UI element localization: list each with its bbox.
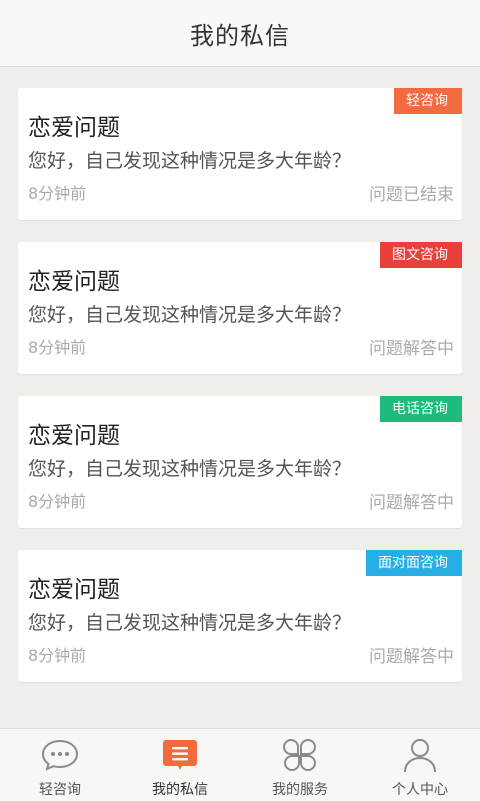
tab-personal-center[interactable]: 个人中心 (360, 729, 480, 801)
message-title: 恋爱问题 (28, 423, 120, 449)
message-time: 8分钟前 (28, 646, 87, 665)
message-card[interactable]: 图文咨询 恋爱问题 您好，自己发现这种情况是多大年龄？ 8分钟前 问题解答中 (18, 242, 462, 374)
tab-label: 轻咨询 (39, 782, 81, 798)
tab-label: 我的私信 (152, 782, 208, 798)
message-time: 8分钟前 (28, 492, 87, 511)
message-card[interactable]: 面对面咨询 恋爱问题 您好，自己发现这种情况是多大年龄？ 8分钟前 问题解答中 (18, 550, 462, 682)
consult-type-badge: 面对面咨询 (366, 550, 462, 576)
message-status: 问题解答中 (369, 647, 454, 667)
message-status: 问题已结束 (369, 185, 454, 205)
message-time: 8分钟前 (28, 184, 87, 203)
consult-type-badge: 轻咨询 (394, 88, 462, 114)
app-header: 我的私信 (0, 0, 480, 67)
message-list-icon (160, 737, 200, 773)
message-question: 您好，自己发现这种情况是多大年龄？ (28, 458, 352, 480)
clover-grid-icon (280, 737, 320, 773)
message-status: 问题解答中 (369, 493, 454, 513)
person-icon (400, 737, 440, 773)
tab-label: 我的服务 (272, 782, 328, 798)
message-list: 轻咨询 恋爱问题 您好，自己发现这种情况是多大年龄？ 8分钟前 问题已结束 图文… (18, 88, 462, 704)
message-title: 恋爱问题 (28, 269, 120, 295)
tab-my-messages[interactable]: 我的私信 (120, 729, 240, 801)
message-time: 8分钟前 (28, 338, 87, 357)
consult-type-badge: 图文咨询 (380, 242, 462, 268)
tab-my-services[interactable]: 我的服务 (240, 729, 360, 801)
chat-bubble-icon (40, 737, 80, 773)
message-card[interactable]: 轻咨询 恋爱问题 您好，自己发现这种情况是多大年龄？ 8分钟前 问题已结束 (18, 88, 462, 220)
message-question: 您好，自己发现这种情况是多大年龄？ (28, 612, 352, 634)
message-question: 您好，自己发现这种情况是多大年龄？ (28, 304, 352, 326)
message-question: 您好，自己发现这种情况是多大年龄？ (28, 150, 352, 172)
bottom-tab-bar: 轻咨询 我的私信 我的服务 个人中心 (0, 728, 480, 801)
message-status: 问题解答中 (369, 339, 454, 359)
message-title: 恋爱问题 (28, 577, 120, 603)
message-title: 恋爱问题 (28, 115, 120, 141)
tab-light-consult[interactable]: 轻咨询 (0, 729, 120, 801)
consult-type-badge: 电话咨询 (380, 396, 462, 422)
tab-label: 个人中心 (392, 782, 448, 798)
page-title: 我的私信 (190, 21, 290, 50)
message-card[interactable]: 电话咨询 恋爱问题 您好，自己发现这种情况是多大年龄？ 8分钟前 问题解答中 (18, 396, 462, 528)
